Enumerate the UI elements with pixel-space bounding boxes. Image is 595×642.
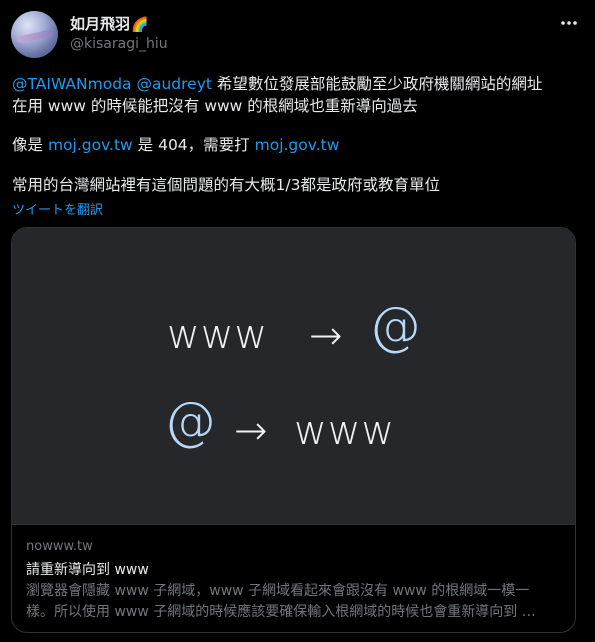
tweet-text-line-2: 在用 www 的時候能把沒有 www 的根網域也重新導向過去 bbox=[12, 97, 418, 115]
link-moj-2[interactable]: moj.gov.tw bbox=[255, 136, 340, 154]
card-domain: nowww.tw bbox=[26, 539, 93, 554]
display-name[interactable]: 如月飛羽🌈 bbox=[70, 13, 148, 34]
tweet-text-segment: 像是 bbox=[12, 136, 48, 154]
card-image-arrow-1: → bbox=[309, 313, 343, 359]
card-image-at-left: @ bbox=[164, 392, 216, 452]
display-name-text: 如月飛羽 bbox=[70, 15, 131, 33]
card-image-www-right: www bbox=[294, 408, 395, 454]
card-image: www → @ @ → www bbox=[12, 228, 575, 525]
more-button[interactable] bbox=[555, 11, 583, 35]
link-moj-1[interactable]: moj.gov.tw bbox=[48, 136, 133, 154]
card-description: 瀏覽器會隱藏 www 子網域，www 子網域看起來會跟沒有 www 的根網域一模… bbox=[26, 581, 561, 623]
tweet-text-line-3: 像是 moj.gov.tw 是 404，需要打 moj.gov.tw bbox=[12, 134, 339, 156]
link-card[interactable]: www → @ @ → www nowww.tw 請重新導向到 www 瀏覽器會… bbox=[11, 227, 576, 633]
translate-link[interactable]: ツイートを翻訳 bbox=[12, 199, 103, 218]
tweet-text-segment: 希望數位發展部能鼓勵至少政府機關網站的網址 bbox=[211, 75, 543, 93]
tweet-text-line-4: 常用的台灣網站裡有這個問題的有大概1/3都是政府或教育單位 bbox=[12, 176, 440, 194]
card-image-graphic: www → @ @ → www bbox=[164, 297, 421, 454]
mention-taiwanmoda[interactable]: @TAIWANmoda bbox=[12, 75, 132, 93]
card-title: 請重新導向到 www bbox=[26, 562, 149, 578]
tweet-text-line-1: @TAIWANmoda @audreyt 希望數位發展部能鼓勵至少政府機關網站的… bbox=[12, 73, 542, 95]
card-image-at-right: @ bbox=[369, 297, 421, 357]
user-handle[interactable]: @kisaragi_hiu bbox=[70, 36, 168, 52]
tweet-text-segment: 是 404，需要打 bbox=[132, 136, 255, 154]
avatar[interactable] bbox=[11, 11, 58, 58]
mention-audreyt[interactable]: @audreyt bbox=[136, 75, 211, 93]
card-image-www-left: www bbox=[167, 312, 268, 358]
rainbow-emoji: 🌈 bbox=[131, 17, 149, 33]
card-image-arrow-2: → bbox=[234, 408, 268, 454]
tweet: 如月飛羽🌈 @kisaragi_hiu @TAIWANmoda @audreyt… bbox=[0, 0, 595, 642]
card-description-line-1: 瀏覽器會隱藏 www 子網域，www 子網域看起來會跟沒有 www 的根網域一模… bbox=[26, 583, 530, 599]
more-horizontal-icon bbox=[561, 21, 577, 25]
card-description-line-2: 樣。所以使用 www 子網域的時候應該要確保輸入根網域的時候也會重新導向到 … bbox=[26, 604, 536, 620]
avatar-streak bbox=[16, 29, 54, 44]
